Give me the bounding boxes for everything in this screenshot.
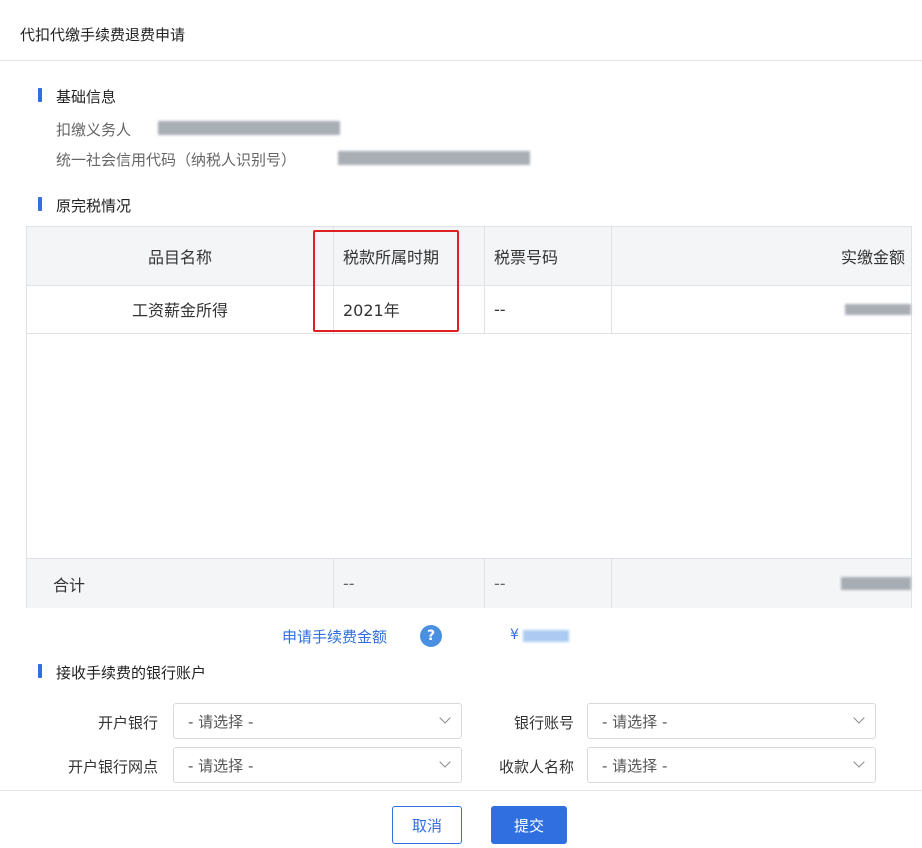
chevron-down-icon [853,756,865,768]
total-ticket: -- [494,574,506,593]
account-select-value: - 请选择 - [602,712,668,731]
column-header-ticket: 税票号码 [494,248,559,267]
payee-select-value: - 请选择 - [602,756,668,775]
account-label: 银行账号 [513,714,574,732]
table-divider [611,559,612,608]
tax-table: 品目名称 税款所属时期 税票号码 实缴金额 工资薪金所得 2021年 -- 合计… [26,226,912,608]
basic-info-title: 基础信息 [56,88,117,106]
tax-section-title: 原完税情况 [56,197,132,215]
header-divider [0,60,922,61]
period-highlight-box [313,230,459,332]
branch-select-value: - 请选择 - [188,756,254,775]
fee-amount-redacted [523,630,569,642]
credit-code-label: 统一社会信用代码（纳税人识别号） [56,151,297,169]
branch-select[interactable]: - 请选择 - [173,747,462,783]
chevron-down-icon [853,712,865,724]
cancel-button[interactable]: 取消 [392,806,462,844]
bank-select[interactable]: - 请选择 - [173,703,462,739]
column-header-amount: 实缴金额 [840,248,905,267]
fee-currency: ¥ [510,627,519,643]
cell-item: 工资薪金所得 [131,301,228,320]
payee-select[interactable]: - 请选择 - [587,747,876,783]
column-header-item: 品目名称 [147,248,212,267]
fee-amount-label[interactable]: 申请手续费金额 [282,626,387,647]
chevron-down-icon [439,712,451,724]
help-icon[interactable]: ? [420,625,442,647]
account-select[interactable]: - 请选择 - [587,703,876,739]
chevron-down-icon [439,756,451,768]
cell-amount-redacted [845,304,911,315]
branch-label: 开户银行网点 [67,758,158,776]
bank-select-value: - 请选择 - [188,712,254,731]
total-label: 合计 [53,575,86,595]
cell-ticket: -- [494,299,506,319]
bank-label: 开户银行 [97,714,158,732]
withholding-agent-value-redacted [158,121,340,135]
table-divider [27,333,911,334]
footer-divider [0,790,922,791]
dialog-title: 代扣代缴手续费退费申请 [20,26,186,44]
section-marker [38,664,42,678]
section-marker [38,88,42,102]
credit-code-value-redacted [338,151,530,165]
withholding-agent-label: 扣缴义务人 [56,121,132,139]
payee-label: 收款人名称 [498,758,574,776]
submit-button[interactable]: 提交 [491,806,567,844]
total-period: -- [343,574,355,593]
total-amount-redacted [841,577,911,590]
bank-section-title: 接收手续费的银行账户 [56,664,207,682]
section-marker [38,197,42,211]
